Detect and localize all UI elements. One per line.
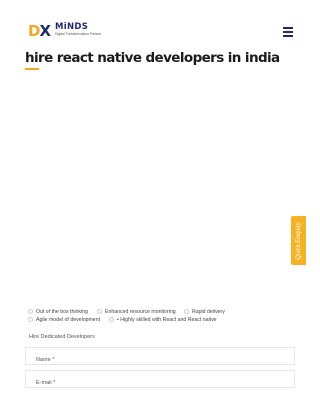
feature-item: Agile model of development bbox=[28, 317, 100, 324]
logo-letter-d: D bbox=[28, 22, 40, 40]
title-underline bbox=[25, 68, 39, 70]
hamburger-icon[interactable] bbox=[283, 27, 293, 37]
check-circle-icon bbox=[28, 317, 33, 323]
feature-item: Enhanced resource monitoring bbox=[97, 309, 176, 316]
feature-item: Out of the box thinking bbox=[28, 309, 88, 316]
page-title: hire react native developers in india bbox=[25, 50, 280, 66]
check-circle-icon bbox=[97, 309, 102, 315]
logo-tagline: Digital Transformation Partner bbox=[55, 32, 102, 36]
name-field bbox=[25, 347, 295, 368]
email-input[interactable] bbox=[26, 375, 294, 391]
name-input[interactable] bbox=[26, 352, 294, 368]
email-field bbox=[25, 370, 295, 391]
feature-item: • Highly skilled with React and React na… bbox=[109, 317, 217, 324]
logo-letter-x: X bbox=[39, 22, 51, 40]
check-circle-icon bbox=[109, 317, 114, 323]
form-title: Hire Dedicated Developers bbox=[29, 334, 95, 340]
site-header: DX MiNDS Digital Transformation Partner bbox=[0, 0, 320, 50]
feature-item: Rapid delivery bbox=[184, 309, 225, 316]
logo-wordmark: MiNDS bbox=[55, 22, 89, 32]
quick-enquiry-label: Quick Enquiry bbox=[295, 221, 302, 260]
check-circle-icon bbox=[184, 309, 189, 315]
logo-dx: DX bbox=[28, 22, 51, 40]
quick-enquiry-tab[interactable]: Quick Enquiry bbox=[291, 216, 306, 265]
check-circle-icon bbox=[28, 309, 33, 315]
